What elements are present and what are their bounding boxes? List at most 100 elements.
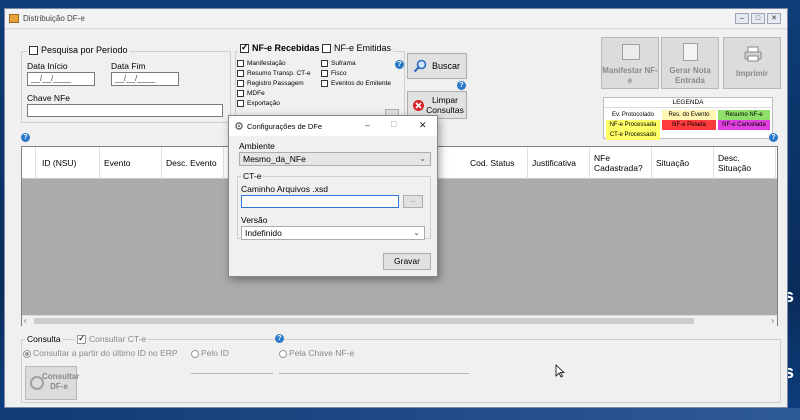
col-header-nfe-cadastrada[interactable]: NFe Cadastrada?: [590, 147, 652, 179]
pela-chave-option[interactable]: Pela Chave NF-e: [279, 348, 354, 358]
legenda-item: NF-e Cancelada: [718, 120, 770, 130]
pela-chave-radio[interactable]: [279, 349, 287, 358]
manifest-icon: [622, 44, 640, 60]
scroll-thumb[interactable]: [34, 318, 694, 324]
close-button[interactable]: ✕: [767, 13, 781, 24]
pelo-id-option[interactable]: Pelo ID: [191, 348, 229, 358]
versao-label: Versão: [241, 215, 268, 225]
tipo-label: Resumo Transp. CT-e: [247, 70, 311, 78]
recebidas-checkbox[interactable]: [240, 42, 249, 54]
pelo-id-field[interactable]: [191, 364, 273, 374]
tipo-checkbox[interactable]: [321, 70, 328, 77]
pelo-id-radio[interactable]: [191, 349, 199, 358]
grid-horizontal-scrollbar[interactable]: ‹ ›: [22, 315, 777, 326]
tipo-label: MDFe: [247, 90, 265, 98]
pela-chave-label: Pela Chave NF-e: [289, 348, 355, 358]
help-icon[interactable]: ?: [395, 60, 404, 69]
tipo-item[interactable]: Suframa: [321, 60, 391, 70]
legenda-item: Res. do Evento: [662, 110, 716, 120]
tipo-checkbox[interactable]: [237, 60, 244, 67]
refresh-icon: [30, 376, 44, 390]
caminho-input[interactable]: [241, 195, 399, 208]
caminho-label: Caminho Arquivos .xsd: [241, 184, 328, 194]
legenda-item: NF-e Pelada: [662, 120, 716, 130]
consultar-cte-check[interactable]: Consultar CT-e: [75, 333, 149, 345]
gravar-button[interactable]: Gravar: [383, 253, 431, 270]
legenda-title: LEGENDA: [604, 98, 772, 108]
data-inicio-field[interactable]: __/__/____: [27, 72, 95, 86]
scroll-left-icon[interactable]: ‹: [24, 316, 27, 325]
col-header-desc-situacao[interactable]: Desc. Situação: [714, 147, 776, 179]
col-header-justificativa[interactable]: Justificativa: [528, 147, 590, 179]
consultar-dfe-button[interactable]: Consultar DF-e: [25, 366, 79, 400]
tipo-checkbox[interactable]: [237, 90, 244, 97]
help-icon[interactable]: ?: [769, 133, 778, 142]
col-header-situacao[interactable]: Situação: [652, 147, 714, 179]
document-icon: [683, 43, 698, 61]
buscar-label: Buscar: [431, 61, 460, 71]
pela-chave-field[interactable]: [279, 364, 469, 374]
tipo-item[interactable]: Fisco: [321, 70, 391, 80]
ultimo-id-radio[interactable]: [23, 349, 31, 358]
tipo-item[interactable]: Exportação: [237, 100, 311, 110]
recebidas-check[interactable]: NF-e Recebidas: [238, 42, 322, 54]
versao-select[interactable]: Indefinido ⌄: [241, 226, 425, 240]
chave-nfe-input[interactable]: [27, 104, 223, 117]
imprimir-button[interactable]: Imprimir: [723, 37, 781, 89]
data-fim-field[interactable]: __/__/____: [111, 72, 179, 86]
col-header-id[interactable]: ID (NSU): [38, 147, 100, 179]
minimize-button[interactable]: –: [735, 13, 749, 24]
tipo-item[interactable]: Resumo Transp. CT-e: [237, 70, 311, 80]
help-icon[interactable]: ?: [21, 133, 30, 142]
maximize-button[interactable]: □: [751, 13, 765, 24]
gear-icon: [235, 122, 243, 130]
versao-value: Indefinido: [245, 228, 282, 238]
manifestar-label: Manifestar NF-e: [602, 66, 658, 85]
dialog-minimize-button[interactable]: –: [365, 120, 370, 130]
tipo-checkbox[interactable]: [321, 60, 328, 67]
scroll-right-icon[interactable]: ›: [771, 316, 774, 325]
periodo-check[interactable]: Pesquisa por Período: [27, 45, 130, 56]
title-bar: Distribuição DF-e – □ ✕: [5, 9, 787, 29]
tipos-col2: Suframa Fisco Eventos do Emitente: [321, 60, 391, 90]
tipo-label: Manifestação: [247, 60, 286, 68]
tipo-item[interactable]: MDFe: [237, 90, 311, 100]
gerar-nota-button[interactable]: Gerar Nota Entrada: [661, 37, 719, 89]
periodo-checkbox[interactable]: [29, 46, 38, 56]
gerar-nota-label: Gerar Nota Entrada: [669, 66, 711, 85]
emitidas-checkbox[interactable]: [322, 44, 331, 54]
dialog-title-bar: Configurações de DFe – □ ✕: [229, 116, 437, 136]
legenda-item: Ev. Protocolado: [606, 110, 660, 120]
tipo-checkbox[interactable]: [237, 100, 244, 107]
browse-button[interactable]: ...: [403, 195, 423, 208]
chave-label: Chave NFe: [27, 93, 70, 103]
emitidas-check[interactable]: NF-e Emitidas: [320, 43, 394, 54]
ultimo-id-option[interactable]: Consultar a partir do último ID no ERP: [23, 348, 178, 358]
ambiente-select[interactable]: Mesmo_da_NFe ⌄: [239, 152, 431, 166]
help-icon[interactable]: ?: [457, 81, 466, 90]
dialog-close-button[interactable]: ✕: [419, 120, 427, 131]
tipo-checkbox[interactable]: [237, 80, 244, 87]
config-dialog: Configurações de DFe – □ ✕ Ambiente Mesm…: [228, 115, 438, 277]
tipo-checkbox[interactable]: [321, 80, 328, 87]
col-header-cod-status[interactable]: Cod. Status: [466, 147, 528, 179]
tipo-item[interactable]: Registro Passagem: [237, 80, 311, 90]
tipo-item[interactable]: Eventos do Emitente: [321, 80, 391, 90]
consultar-cte-checkbox[interactable]: [77, 333, 86, 345]
recebidas-label: NF-e Recebidas: [252, 43, 320, 53]
pelo-id-label: Pelo ID: [201, 348, 229, 358]
dialog-maximize-button[interactable]: □: [391, 119, 396, 129]
tipo-checkbox[interactable]: [237, 70, 244, 77]
desktop-bottom-strip: [0, 408, 800, 420]
col-header-evento[interactable]: Evento: [100, 147, 162, 179]
col-header-desc-evento[interactable]: Desc. Evento: [162, 147, 224, 179]
manifestar-button[interactable]: Manifestar NF-e: [601, 37, 659, 89]
tipo-item[interactable]: Manifestação: [237, 60, 311, 70]
buscar-button[interactable]: Buscar: [407, 53, 467, 79]
mouse-cursor-icon: [555, 364, 565, 378]
limpar-label: Limpar Consultas: [426, 95, 464, 115]
legenda-item: NF-e Processada: [606, 120, 660, 130]
help-icon[interactable]: ?: [275, 334, 284, 343]
legenda-panel: LEGENDA Ev. Protocolado Res. do Evento R…: [603, 97, 773, 140]
chevron-down-icon: ⌄: [419, 154, 426, 163]
